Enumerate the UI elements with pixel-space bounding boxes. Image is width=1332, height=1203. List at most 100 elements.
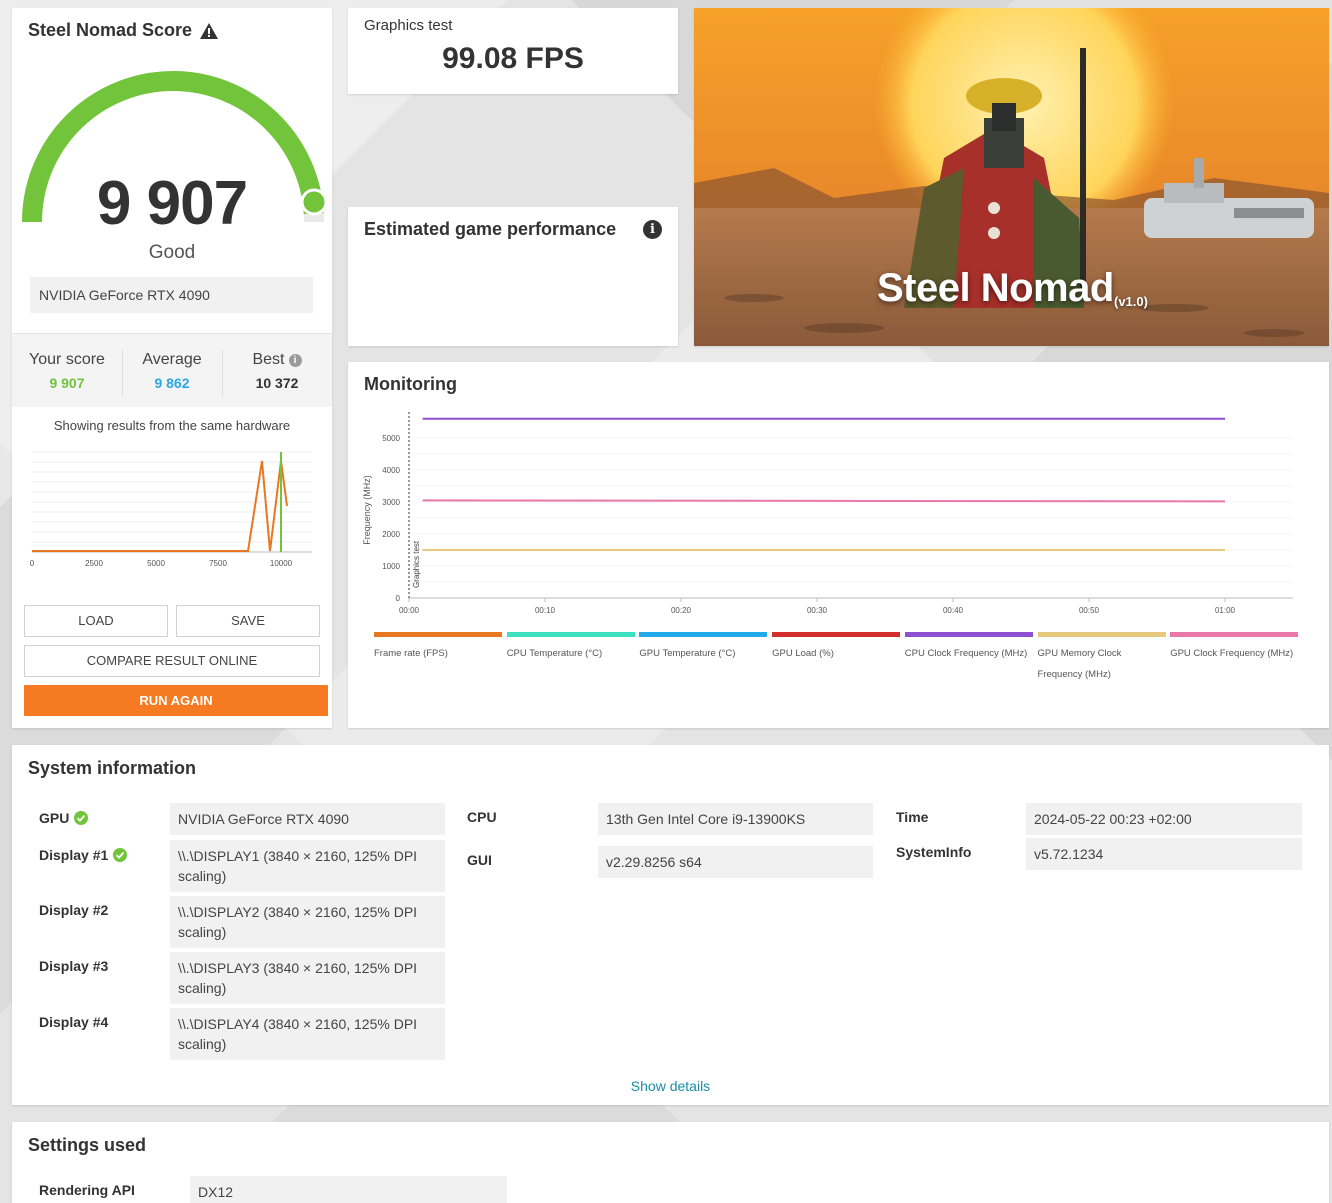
check-icon (113, 848, 128, 862)
x-tick-label: 00:10 (535, 606, 556, 615)
legend-label: GPU Clock Frequency (MHz) (1170, 648, 1294, 659)
average-score-label: Average (142, 351, 202, 368)
best-score-value: 10 372 (255, 375, 299, 391)
legend-item[interactable]: GPU Temperature (°C) (639, 632, 768, 664)
y-tick-label: 5000 (382, 434, 400, 443)
legend-swatch (639, 632, 768, 637)
average-score-col: Average 9 862 (122, 334, 222, 391)
gui-label: GUI (467, 852, 492, 868)
gui-value: v2.29.8256 s64 (598, 846, 873, 878)
systeminfo-value: v5.72.1234 (1026, 838, 1302, 870)
y-tick-label: 0 (396, 594, 401, 603)
legend-swatch (506, 632, 635, 637)
x-tick-label: 00:00 (399, 606, 420, 615)
x-tick-label: 00:50 (1079, 606, 1100, 615)
y-tick-label: 3000 (382, 498, 400, 507)
legend-item[interactable]: CPU Clock Frequency (MHz) (904, 632, 1033, 664)
display-4-value: \\.\DISPLAY4 (3840 × 2160, 125% DPI scal… (170, 1008, 445, 1060)
run-again-button[interactable]: RUN AGAIN (24, 685, 328, 716)
y-tick-label: 4000 (382, 466, 400, 475)
display-1-value: \\.\DISPLAY1 (3840 × 2160, 125% DPI scal… (170, 840, 445, 892)
distribution-tick-label: 5000 (147, 559, 165, 568)
gpu-value: NVIDIA GeForce RTX 4090 (170, 803, 445, 835)
hero-title: Steel Nomad (877, 266, 1114, 310)
score-title: Steel Nomad Score (28, 20, 193, 40)
system-information-card: System information GPU NVIDIA GeForce RT… (12, 745, 1329, 1105)
legend-item[interactable]: Frame rate (FPS) (374, 632, 502, 664)
your-score-value: 9 907 (49, 375, 85, 391)
distribution-tick-label: 0 (30, 559, 35, 568)
graphics-test-card: Graphics test 99.08 FPS (348, 8, 678, 94)
compare-online-button[interactable]: COMPARE RESULT ONLINE (24, 645, 320, 677)
settings-used-title: Settings used (28, 1135, 147, 1155)
your-score-label: Your score (29, 351, 105, 368)
time-label: Time (896, 809, 929, 825)
warning-icon[interactable] (200, 22, 219, 39)
y-tick-label: 1000 (382, 562, 400, 571)
x-tick-label: 00:30 (807, 606, 828, 615)
best-score-col: Best i 10 372 (222, 334, 332, 391)
graphics-test-fps: 99.08 FPS (442, 42, 584, 75)
score-distribution-chart: 0 2500 5000 7500 10000 (30, 451, 312, 568)
distribution-tick-label: 7500 (209, 559, 227, 568)
graphics-test-annotation: Graphics test (412, 540, 421, 588)
x-tick-label: 01:00 (1215, 606, 1236, 615)
your-score-col: Your score 9 907 (12, 334, 122, 391)
score-card: Steel Nomad Score 9 907 Good NVIDIA GeFo… (12, 8, 332, 728)
hero-version: (v1.0) (1114, 294, 1148, 309)
monitoring-card: Monitoring 0 1000 2000 3000 4000 5000 Graphics… (348, 362, 1329, 728)
display-2-label: Display #2 (39, 902, 109, 918)
load-button[interactable]: LOAD (24, 605, 168, 637)
average-score-value: 9 862 (154, 375, 190, 391)
distribution-line (32, 460, 288, 552)
monitoring-legend: Frame rate (FPS) CPU Temperature (°C) GPU … (374, 632, 1304, 692)
distribution-tick-label: 2500 (85, 559, 103, 568)
legend-swatch (1037, 632, 1166, 637)
score-value: 9 907 (96, 169, 248, 238)
legend-item[interactable]: CPU Temperature (°C) (506, 632, 635, 664)
display-4-label: Display #4 (39, 1014, 109, 1030)
x-tick-label: 00:20 (671, 606, 692, 615)
legend-item[interactable]: GPU Load (%) (772, 632, 901, 664)
legend-item[interactable]: GPU Memory Clock Frequency (MHz) (1037, 632, 1166, 685)
info-icon[interactable]: i (288, 353, 302, 367)
estimated-performance-card: Estimated game performance i (348, 207, 678, 346)
systeminfo-label: SystemInfo (896, 844, 972, 860)
legend-label: Frame rate (FPS) (374, 648, 448, 659)
gpu-label: GPU (39, 810, 70, 826)
estimated-performance-title: Estimated game performance (364, 219, 617, 239)
distribution-ticks: 0 2500 5000 7500 10000 (30, 559, 293, 568)
legend-label: GPU Temperature (°C) (639, 648, 736, 659)
legend-swatch (904, 632, 1033, 637)
best-score-label: Best (252, 351, 285, 368)
display-1-label: Display #1 (39, 847, 109, 863)
legend-label: CPU Clock Frequency (MHz) (904, 648, 1028, 659)
x-tick-label: 00:40 (943, 606, 964, 615)
cpu-value: 13th Gen Intel Core i9-13900KS (598, 803, 873, 835)
series-line (422, 499, 1226, 503)
info-icon[interactable]: i (643, 220, 662, 239)
legend-swatch (772, 632, 901, 637)
cpu-label: CPU (467, 809, 497, 825)
y-tick-label: 2000 (382, 530, 400, 539)
rendering-api-value: DX12 (190, 1176, 507, 1203)
save-button[interactable]: SAVE (176, 605, 320, 637)
graphics-test-label: Graphics test (364, 17, 453, 34)
rendering-api-label: Rendering API (39, 1182, 135, 1198)
hardware-name: NVIDIA GeForce RTX 4090 (30, 277, 313, 313)
score-comparison: Your score 9 907 Average 9 862 Best i 10… (12, 333, 332, 407)
display-3-label: Display #3 (39, 958, 109, 974)
legend-label: GPU Memory Clock Frequency (MHz) (1037, 648, 1122, 680)
legend-item[interactable]: GPU Clock Frequency (MHz) (1170, 632, 1299, 664)
same-hardware-note: Showing results from the same hardware (53, 418, 291, 433)
legend-swatch (1170, 632, 1299, 637)
system-information-title: System information (28, 758, 197, 778)
show-details-link[interactable]: Show details (12, 1078, 1329, 1094)
distribution-grid (32, 451, 312, 543)
benchmark-hero-image: Steel Nomad (v1.0) (694, 8, 1329, 346)
score-title-row: Steel Nomad Score (28, 20, 219, 41)
settings-used-card: Settings used Rendering API DX12 (12, 1122, 1329, 1203)
check-icon (74, 811, 89, 825)
distribution-tick-label: 10000 (270, 559, 293, 568)
monitoring-title: Monitoring (364, 374, 457, 394)
